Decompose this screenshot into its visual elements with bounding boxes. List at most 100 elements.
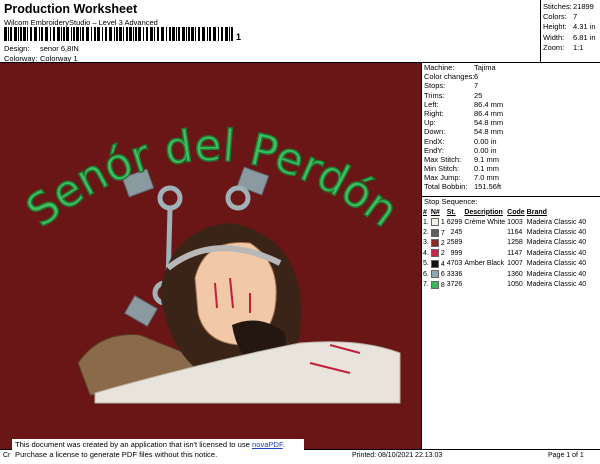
design-arc-text: Senór del Perdón: [17, 120, 407, 237]
footer-left: Cr: [3, 452, 11, 459]
row-brand: Madeira Classic 40: [526, 249, 587, 257]
row-needle: 1: [430, 217, 446, 227]
page-title: Production Worksheet: [4, 2, 138, 16]
stat-stitches: Stitches: 21899: [543, 2, 594, 11]
sequence-row: 5. 4 4703 Amber Black 1007 Madeira Classic 40: [422, 259, 587, 269]
row-index: 5.: [423, 260, 429, 268]
stop-sequence-title: Stop Sequence:: [424, 197, 478, 206]
row-needle: 6: [430, 269, 446, 279]
row-stitches: 6299: [446, 218, 463, 226]
row-description: Crème White: [464, 218, 506, 226]
sequence-row: 6. 6 3336 1360 Madeira Classic 40: [422, 269, 587, 279]
row-brand: Madeira Classic 40: [526, 218, 587, 226]
color-swatch: [430, 249, 439, 258]
row-needle: 2: [430, 238, 446, 248]
sequence-row: 3. 2 2589 1258 Madeira Classic 40: [422, 238, 587, 248]
down-row: Down: 54.8 mm: [424, 127, 504, 137]
col-stitches: St.: [446, 208, 456, 216]
design-name-row: Design: senor 6,8IN: [4, 44, 79, 53]
row-needle: 7: [430, 227, 446, 237]
row-needle: 2: [430, 248, 446, 258]
design-name-value: senor 6,8IN: [40, 44, 79, 53]
sequence-row: 2. 7 245 1164 Madeira Classic 40: [422, 227, 587, 237]
max-stitch-row: Max Stitch: 9.1 mm: [424, 154, 500, 164]
row-description: [463, 279, 506, 289]
row-index: 1.: [423, 218, 429, 226]
stat-zoom: Zoom: 1:1: [543, 42, 584, 52]
row-needle: 4: [430, 259, 446, 269]
right-row: Right: 86.4 mm: [424, 108, 504, 118]
col-description: Description: [464, 208, 503, 216]
row-index: 2.: [423, 229, 429, 237]
color-swatch: [430, 280, 439, 289]
row-code: 1147: [507, 249, 523, 257]
stop-sequence-header: # N# St. Description Code Brand: [422, 207, 587, 217]
row-description: [463, 269, 506, 279]
color-swatch: [430, 238, 439, 247]
row-description: Amber Black: [464, 260, 505, 268]
novapdf-link[interactable]: novaPDF: [252, 440, 283, 449]
row-stitches: 4703: [446, 260, 463, 268]
barcode-suffix: 1: [236, 32, 242, 42]
license-notice: This document was created by an applicat…: [12, 439, 304, 464]
row-stitches: 999: [450, 249, 463, 257]
design-preview: Senór del Perdón: [0, 63, 421, 449]
row-description: [463, 248, 506, 258]
row-stitches: 3336: [446, 270, 463, 278]
row-brand: Madeira Classic 40: [526, 229, 587, 237]
row-description: [463, 238, 506, 248]
color-swatch: [430, 259, 439, 268]
color-changes-row: Color changes: 6: [424, 72, 479, 82]
row-code: 1164: [507, 229, 523, 237]
row-code: 1050: [507, 281, 523, 289]
stats-divider: [540, 0, 541, 62]
embroidery-artwork: Senór del Perdón: [16, 120, 408, 404]
color-swatch: [430, 270, 439, 279]
row-brand: Madeira Classic 40: [526, 239, 587, 247]
max-jump-row: Max Jump: 7.0 mm: [424, 173, 500, 183]
row-index: 3.: [423, 239, 429, 247]
stops-row: Stops: 7: [424, 81, 479, 91]
color-swatch: [430, 218, 439, 227]
min-stitch-row: Min Stitch: 0.1 mm: [424, 164, 500, 174]
stats-box: Stitches: 21899 Colors: 7 Height: 4.31 in W…: [543, 2, 598, 53]
color-swatch: [430, 228, 439, 237]
row-code: 1258: [507, 239, 523, 247]
stat-colors: Colors: 7: [543, 12, 578, 22]
sequence-row: 1. 1 6299 Crème White 1003 Madeira Classic 40: [422, 217, 587, 227]
endx-row: EndX: 0.00 in: [424, 136, 497, 146]
row-brand: Madeira Classic 40: [526, 260, 587, 268]
machine-row: Machine: Tajima: [424, 63, 496, 72]
stop-sequence-table: # N# St. Description Code Brand 1. 1 6299 C…: [422, 207, 587, 290]
up-row: Up: 54.8 mm: [424, 118, 504, 128]
row-needle: 8: [430, 279, 446, 289]
col-code: Code: [507, 208, 525, 216]
machine-info: Machine: Tajima Color changes: 6 Stops: 7 T…: [424, 63, 594, 192]
row-stitches: 3726: [446, 281, 463, 289]
row-brand: Madeira Classic 40: [526, 270, 587, 278]
sequence-row: 7. 8 3726 1050 Madeira Classic 40: [422, 279, 587, 289]
design-name-label: Design:: [4, 44, 30, 53]
row-description: [463, 227, 506, 237]
row-index: 7.: [423, 281, 429, 289]
stat-width: Width: 6.81 in: [543, 32, 596, 42]
sequence-row: 4. 2 999 1147 Madeira Classic 40: [422, 248, 587, 258]
barcode: [4, 27, 233, 41]
endy-row: EndY: 0.00 in: [424, 145, 497, 155]
row-brand: Madeira Classic 40: [526, 281, 587, 289]
row-stitches: 245: [450, 229, 463, 237]
trims-row: Trims: 25: [424, 90, 483, 100]
software-subtitle: Wilcom EmbroideryStudio – Level 3 Advanc…: [4, 18, 158, 27]
row-code: 1003: [507, 218, 523, 226]
printed-date: Printed: 08/10/2021 22.13.03: [352, 452, 443, 459]
stat-height: Height: 4.31 in: [543, 22, 596, 32]
row-code: 1360: [507, 270, 523, 278]
total-bobbin-row: Total Bobbin: 151.56ft: [424, 182, 502, 192]
row-code: 1007: [507, 260, 523, 268]
page-number: Page 1 of 1: [548, 452, 584, 459]
col-brand: Brand: [526, 208, 547, 216]
row-index: 4.: [423, 249, 429, 257]
left-row: Left: 86.4 mm: [424, 99, 504, 109]
row-stitches: 2589: [446, 239, 463, 247]
col-index: #: [423, 208, 427, 216]
